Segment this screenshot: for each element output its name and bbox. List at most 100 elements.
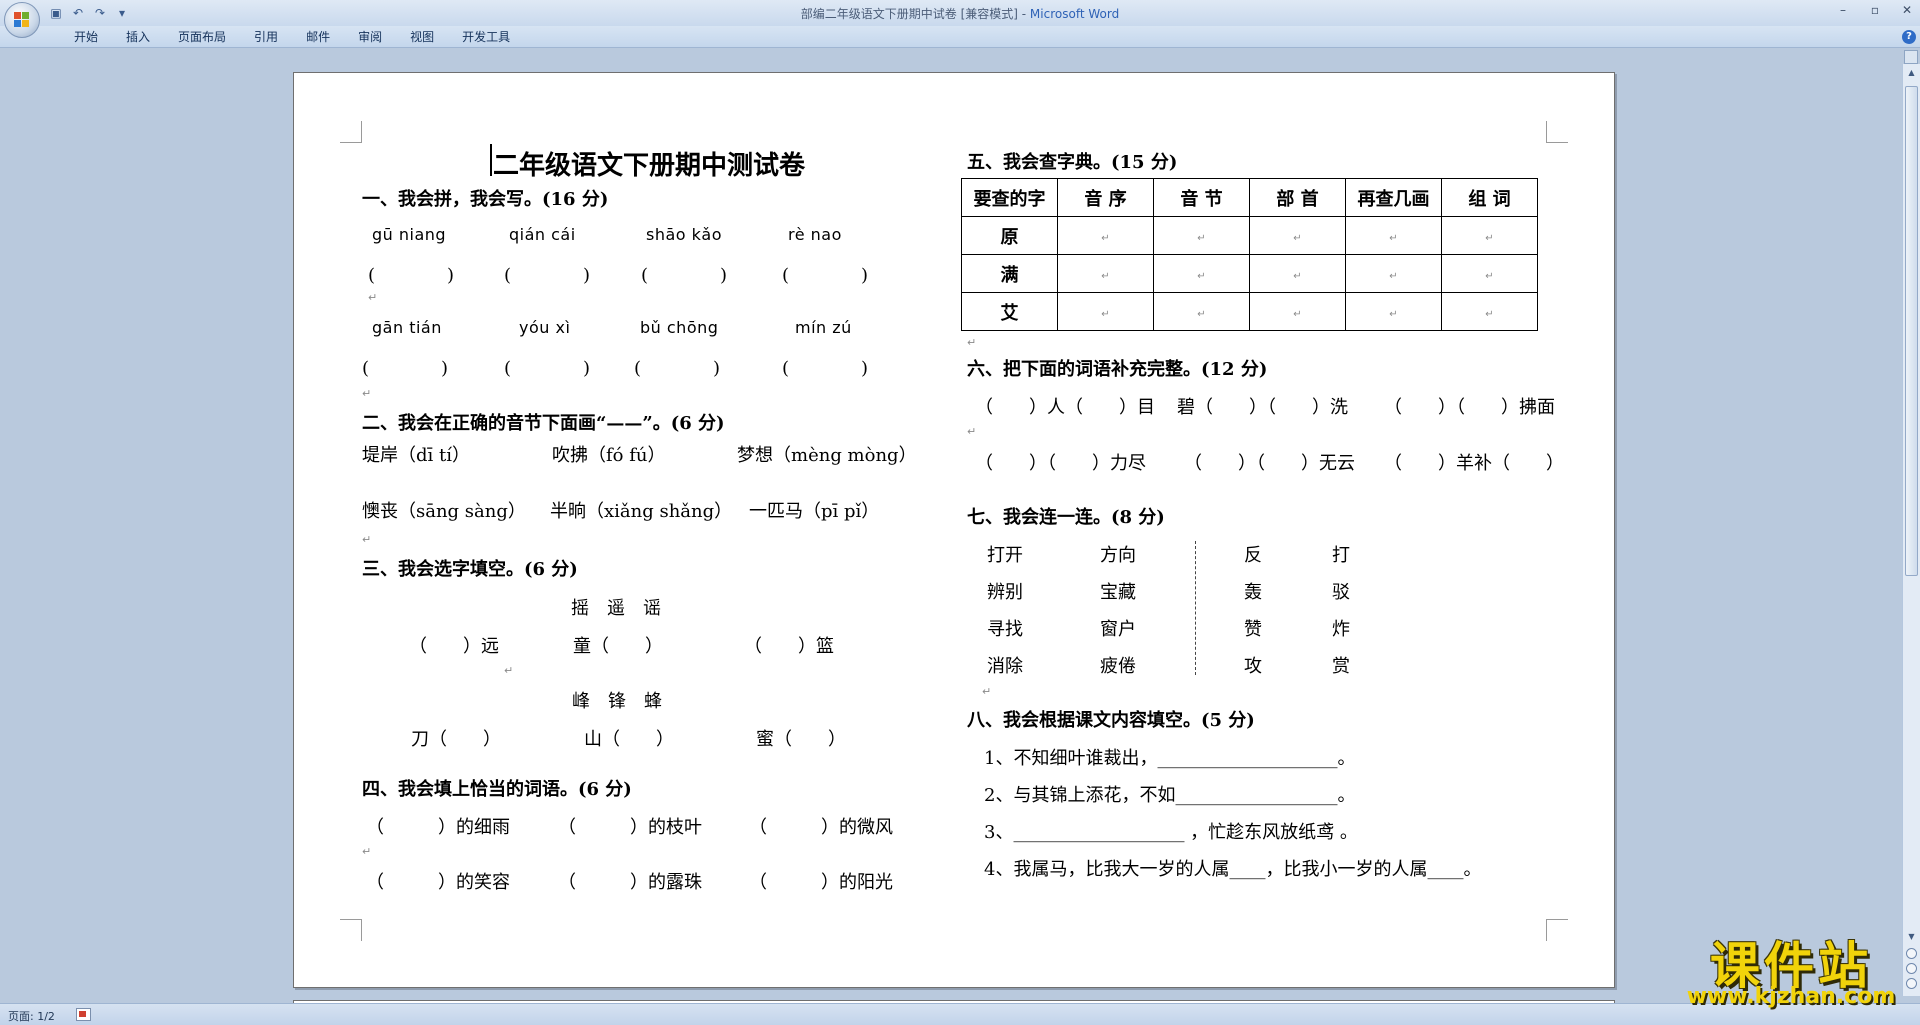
table-cell[interactable]: ↵ (1249, 216, 1346, 255)
table-cell-char[interactable]: 满 (961, 254, 1058, 293)
table-cell[interactable]: ↵ (1249, 254, 1346, 293)
dictionary-table: 要查的字 音 序 音 节 部 首 再查几画 组 词 原 ↵ ↵ ↵ ↵ ↵ 满 … (961, 178, 1538, 331)
cell-mark: ↵ (1197, 309, 1206, 320)
section-3-heading: 三、我会选字填空。(6 分) (362, 559, 578, 580)
table-cell[interactable]: ↵ (1153, 216, 1250, 255)
tab-page-layout[interactable]: 页面布局 (164, 29, 240, 45)
scroll-thumb[interactable] (1905, 86, 1918, 576)
ruler-toggle-button[interactable] (1904, 50, 1918, 64)
tab-references[interactable]: 引用 (240, 29, 292, 45)
tab-insert[interactable]: 插入 (112, 29, 164, 45)
minimize-icon[interactable]: – (1836, 3, 1850, 17)
table-cell[interactable]: ↵ (1441, 254, 1538, 293)
section-7-heading: 七、我会连一连。(8 分) (967, 507, 1165, 528)
tab-review[interactable]: 审阅 (344, 29, 396, 45)
paragraph-mark: ↵ (967, 425, 977, 438)
margin-corner (1546, 919, 1568, 941)
tone-choice-item: 半晌（xiǎng shǎng） (550, 501, 733, 522)
tab-view[interactable]: 视图 (396, 29, 448, 45)
idiom-blank: 碧（ ）（ ）洗 (1177, 397, 1348, 418)
watermark-logo: 课件站 www.kjzhan.com (1672, 926, 1910, 1010)
section-8-heading: 八、我会根据课文内容填空。(5 分) (967, 710, 1255, 731)
recall-line: 2、与其锦上添花，不如__________________。 (984, 785, 1356, 806)
cell-mark: ↵ (1293, 309, 1302, 320)
answer-bracket: ( ) (504, 358, 591, 379)
pinyin-item: gū niang (372, 225, 447, 244)
table-cell[interactable]: ↵ (1249, 292, 1346, 331)
cell-mark: ↵ (1101, 271, 1110, 282)
tone-choice-item: 梦想（mèng mòng） (737, 445, 917, 466)
table-header-row: 要查的字 音 序 音 节 部 首 再查几画 组 词 (961, 178, 1538, 217)
table-cell[interactable]: ↵ (1153, 292, 1250, 331)
margin-corner (1546, 121, 1568, 143)
table-header-cell: 要查的字 (961, 178, 1058, 217)
cell-mark: ↵ (1101, 309, 1110, 320)
match-word[interactable]: 赏 (1332, 652, 1350, 678)
paragraph-mark: ↵ (368, 291, 378, 304)
match-word[interactable]: 疲倦 (1100, 652, 1136, 678)
title-bar: ▣ ↶ ↷ ▾ 部编二年级语文下册期中试卷 [兼容模式] - Microsoft… (0, 0, 1920, 26)
document-page[interactable]: 二年级语文下册期中测试卷 一、我会拼，我会写。(16 分) gū niang q… (293, 72, 1615, 988)
table-cell[interactable]: ↵ (1057, 292, 1154, 331)
match-word[interactable]: 方向 (1100, 541, 1136, 567)
table-cell[interactable]: ↵ (1441, 292, 1538, 331)
match-word[interactable]: 驳 (1332, 578, 1350, 604)
tab-home[interactable]: 开始 (60, 29, 112, 45)
fill-blank: 蜜（ ） (756, 729, 846, 750)
match-word[interactable]: 打开 (987, 541, 1023, 567)
table-cell-char[interactable]: 原 (961, 216, 1058, 255)
section-2-heading: 二、我会在正确的音节下面画“——”。(6 分) (362, 413, 725, 434)
office-button[interactable] (4, 2, 40, 38)
paragraph-mark: ↵ (362, 845, 372, 858)
match-word[interactable]: 寻找 (987, 615, 1023, 641)
answer-bracket: ( ) (368, 265, 455, 286)
match-word[interactable]: 攻 (1244, 652, 1262, 678)
text-cursor (490, 144, 492, 176)
document-title: 二年级语文下册期中测试卷 (493, 151, 806, 181)
pinyin-item: bǔ chōng (640, 318, 719, 337)
table-cell[interactable]: ↵ (1441, 216, 1538, 255)
section-6-heading: 六、把下面的词语补充完整。(12 分) (967, 359, 1268, 380)
pinyin-item: qián cái (509, 225, 576, 244)
match-word[interactable]: 反 (1244, 541, 1262, 567)
margin-corner (340, 919, 362, 941)
answer-bracket: ( ) (641, 265, 728, 286)
table-cell[interactable]: ↵ (1345, 292, 1442, 331)
proofing-status-icon[interactable] (76, 1008, 91, 1021)
margin-corner (340, 121, 362, 143)
match-word[interactable]: 窗户 (1100, 615, 1136, 641)
recall-line: 4、我属马，比我大一岁的人属____，比我小一岁的人属____。 (984, 859, 1482, 880)
match-word[interactable]: 宝藏 (1100, 578, 1136, 604)
table-cell[interactable]: ↵ (1153, 254, 1250, 293)
match-word[interactable]: 轰 (1244, 578, 1262, 604)
word-blank: （ ）的细雨 (366, 817, 510, 838)
page-indicator[interactable]: 页面: 1/2 (8, 1008, 55, 1024)
table-cell[interactable]: ↵ (1345, 254, 1442, 293)
match-word[interactable]: 辨别 (987, 578, 1023, 604)
match-word[interactable]: 炸 (1332, 615, 1350, 641)
table-cell-char[interactable]: 艾 (961, 292, 1058, 331)
match-word[interactable]: 消除 (987, 652, 1023, 678)
match-word[interactable]: 赞 (1244, 615, 1262, 641)
tab-mailings[interactable]: 邮件 (292, 29, 344, 45)
maximize-icon[interactable]: ▫ (1868, 3, 1882, 17)
table-header-cell: 组 词 (1441, 178, 1538, 217)
table-cell[interactable]: ↵ (1057, 254, 1154, 293)
pinyin-item: shāo kǎo (646, 225, 723, 244)
match-word[interactable]: 打 (1332, 541, 1350, 567)
table-cell[interactable]: ↵ (1345, 216, 1442, 255)
close-icon[interactable]: ✕ (1900, 3, 1914, 17)
tab-developer[interactable]: 开发工具 (448, 29, 524, 45)
watermark-url: www.kjzhan.com (1686, 984, 1896, 1009)
cell-mark: ↵ (1389, 271, 1398, 282)
ribbon-tabs: 开始 插入 页面布局 引用 邮件 审阅 视图 开发工具 (60, 29, 524, 45)
idiom-blank: （ ）（ ）力尽 (975, 453, 1146, 474)
document-name: 部编二年级语文下册期中试卷 [兼容模式] - (800, 7, 1030, 21)
help-icon[interactable]: ? (1902, 30, 1916, 44)
word-blank: （ ）的笑容 (366, 872, 510, 893)
scroll-up-icon[interactable]: ▲ (1905, 66, 1918, 80)
cell-mark: ↵ (1389, 309, 1398, 320)
table-cell[interactable]: ↵ (1057, 216, 1154, 255)
idiom-blank: （ ）人（ ）目 (975, 397, 1155, 418)
vertical-scrollbar[interactable]: ▲ ▼ (1902, 64, 1920, 996)
